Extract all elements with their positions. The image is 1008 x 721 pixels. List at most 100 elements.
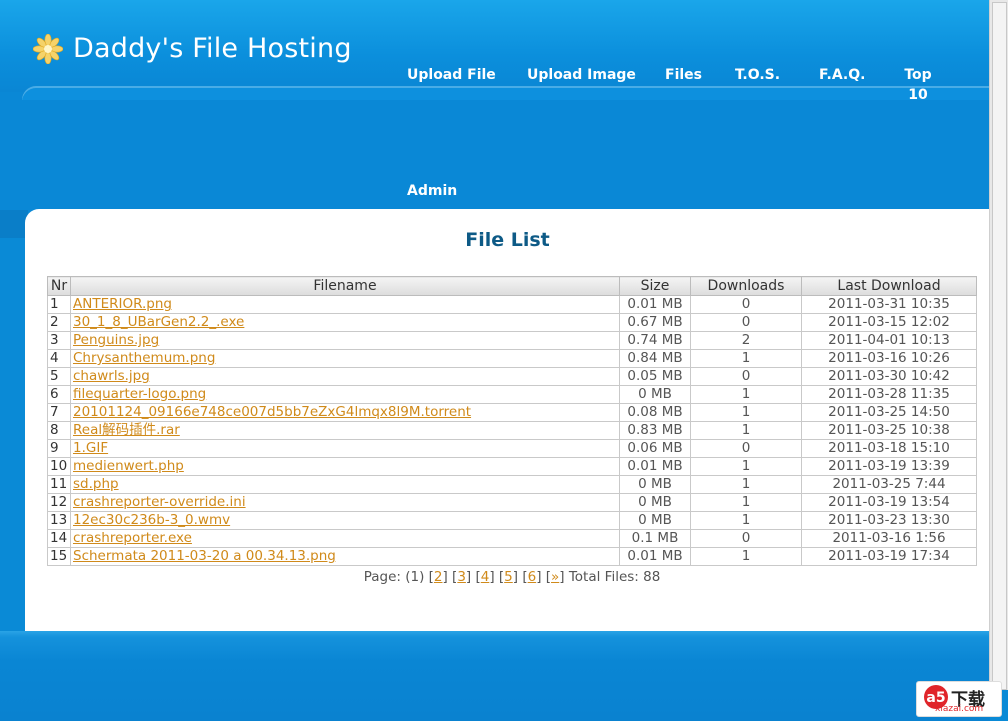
downloads-cell: 0	[690, 367, 802, 386]
filename-cell: ANTERIOR.png	[70, 295, 620, 314]
nav-curve	[22, 86, 990, 100]
page-link-3[interactable]: 3	[457, 569, 466, 585]
filename-link[interactable]: medienwert.php	[73, 458, 184, 474]
header-filename[interactable]: Filename	[70, 276, 620, 296]
page-link-5[interactable]: 5	[504, 569, 513, 585]
downloads-cell: 1	[690, 403, 802, 422]
filename-link[interactable]: chawrls.jpg	[73, 368, 150, 384]
filename-cell: 12ec30c236b-3_0.wmv	[70, 511, 620, 530]
last-download-cell: 2011-03-30 10:42	[801, 367, 977, 386]
last-download-cell: 2011-03-28 11:35	[801, 385, 977, 404]
filename-cell: medienwert.php	[70, 457, 620, 476]
filename-cell: chawrls.jpg	[70, 367, 620, 386]
vertical-scrollbar[interactable]	[989, 0, 1008, 690]
size-cell: 0 MB	[619, 493, 691, 512]
filename-cell: crashreporter.exe	[70, 529, 620, 548]
nav-tos[interactable]: T.O.S.	[735, 65, 780, 85]
row-number: 6	[47, 385, 71, 404]
filename-link[interactable]: crashreporter-override.ini	[73, 494, 246, 510]
last-download-cell: 2011-03-19 13:54	[801, 493, 977, 512]
filename-cell: filequarter-logo.png	[70, 385, 620, 404]
filename-link[interactable]: sd.php	[73, 476, 119, 492]
table-row: 14 crashreporter.exe 0.1 MB 0 2011-03-16…	[47, 529, 977, 548]
size-cell: 0.67 MB	[619, 313, 691, 332]
watermark-url: xiazai.com	[935, 704, 984, 714]
nav-top-10[interactable]: Top 10	[898, 65, 938, 105]
table-row: 4 Chrysanthemum.png 0.84 MB 1 2011-03-16…	[47, 349, 977, 368]
table-row: 3 Penguins.jpg 0.74 MB 2 2011-04-01 10:1…	[47, 331, 977, 350]
total-files: Total Files: 88	[568, 569, 661, 585]
filename-link[interactable]: 1.GIF	[73, 440, 108, 456]
row-number: 1	[47, 295, 71, 314]
page-link-2[interactable]: 2	[434, 569, 443, 585]
table-row: 9 1.GIF 0.06 MB 0 2011-03-18 15:10	[47, 439, 977, 458]
downloads-cell: 1	[690, 493, 802, 512]
filename-link[interactable]: ANTERIOR.png	[73, 296, 172, 312]
table-row: 1 ANTERIOR.png 0.01 MB 0 2011-03-31 10:3…	[47, 295, 977, 314]
left-edge-tab	[0, 210, 28, 238]
last-download-cell: 2011-03-18 15:10	[801, 439, 977, 458]
size-cell: 0 MB	[619, 511, 691, 530]
table-row: 6 filequarter-logo.png 0 MB 1 2011-03-28…	[47, 385, 977, 404]
row-number: 11	[47, 475, 71, 494]
size-cell: 0.1 MB	[619, 529, 691, 548]
header-downloads[interactable]: Downloads	[690, 276, 802, 296]
last-download-cell: 2011-03-19 17:34	[801, 547, 977, 566]
table-row: 12 crashreporter-override.ini 0 MB 1 201…	[47, 493, 977, 512]
nav-files[interactable]: Files	[665, 65, 702, 85]
row-number: 2	[47, 313, 71, 332]
filename-cell: 1.GIF	[70, 439, 620, 458]
row-number: 4	[47, 349, 71, 368]
filename-cell: crashreporter-override.ini	[70, 493, 620, 512]
filename-link[interactable]: 12ec30c236b-3_0.wmv	[73, 512, 230, 528]
watermark-badge: a5 下载 xiazai.com	[916, 681, 1002, 717]
downloads-cell: 1	[690, 511, 802, 530]
pagination: Page: (1) [2] [3] [4] [5] [6] [»] Total …	[363, 569, 661, 585]
nav-faq[interactable]: F.A.Q.	[819, 65, 865, 85]
last-download-cell: 2011-03-31 10:35	[801, 295, 977, 314]
row-number: 3	[47, 331, 71, 350]
last-download-cell: 2011-03-19 13:39	[801, 457, 977, 476]
nav-upload-file[interactable]: Upload File	[407, 65, 496, 85]
downloads-cell: 1	[690, 547, 802, 566]
last-download-cell: 2011-03-16 10:26	[801, 349, 977, 368]
filename-link[interactable]: 30_1_8_UBarGen2.2_.exe	[73, 314, 244, 330]
downloads-cell: 1	[690, 475, 802, 494]
size-cell: 0.05 MB	[619, 367, 691, 386]
filename-link[interactable]: crashreporter.exe	[73, 530, 192, 546]
footer	[0, 631, 990, 721]
downloads-cell: 1	[690, 349, 802, 368]
page-link-4[interactable]: 4	[481, 569, 490, 585]
filename-cell: Chrysanthemum.png	[70, 349, 620, 368]
filename-link[interactable]: Chrysanthemum.png	[73, 350, 215, 366]
filename-link[interactable]: 20101124_09166e748ce007d5bb7eZxG4lmqx8l9…	[73, 404, 471, 420]
last-download-cell: 2011-03-16 1:56	[801, 529, 977, 548]
scrollbar-thumb[interactable]	[992, 2, 1007, 690]
site-logo[interactable]: Daddy's File Hosting	[33, 33, 352, 64]
downloads-cell: 1	[690, 457, 802, 476]
size-cell: 0.01 MB	[619, 547, 691, 566]
site-title: Daddy's File Hosting	[73, 33, 352, 64]
filename-link[interactable]: filequarter-logo.png	[73, 386, 206, 402]
page-link-next[interactable]: »	[551, 569, 559, 585]
size-cell: 0 MB	[619, 475, 691, 494]
filename-cell: Real解码插件.rar	[70, 421, 620, 440]
page-link-6[interactable]: 6	[528, 569, 537, 585]
filename-link[interactable]: Schermata 2011-03-20 a 00.34.13.png	[73, 548, 336, 564]
header-size[interactable]: Size	[619, 276, 691, 296]
filename-cell: 30_1_8_UBarGen2.2_.exe	[70, 313, 620, 332]
downloads-cell: 2	[690, 331, 802, 350]
nav-upload-image[interactable]: Upload Image	[527, 65, 636, 85]
header-last-download[interactable]: Last Download	[801, 276, 977, 296]
filename-cell: sd.php	[70, 475, 620, 494]
last-download-cell: 2011-03-23 13:30	[801, 511, 977, 530]
nav-admin[interactable]: Admin	[407, 181, 457, 201]
filename-cell: Schermata 2011-03-20 a 00.34.13.png	[70, 547, 620, 566]
row-number: 5	[47, 367, 71, 386]
table-row: 13 12ec30c236b-3_0.wmv 0 MB 1 2011-03-23…	[47, 511, 977, 530]
header-nr[interactable]: Nr	[47, 276, 71, 296]
filename-link[interactable]: Penguins.jpg	[73, 332, 159, 348]
table-row: 10 medienwert.php 0.01 MB 1 2011-03-19 1…	[47, 457, 977, 476]
filename-cell: 20101124_09166e748ce007d5bb7eZxG4lmqx8l9…	[70, 403, 620, 422]
filename-link[interactable]: Real解码插件.rar	[73, 422, 180, 438]
